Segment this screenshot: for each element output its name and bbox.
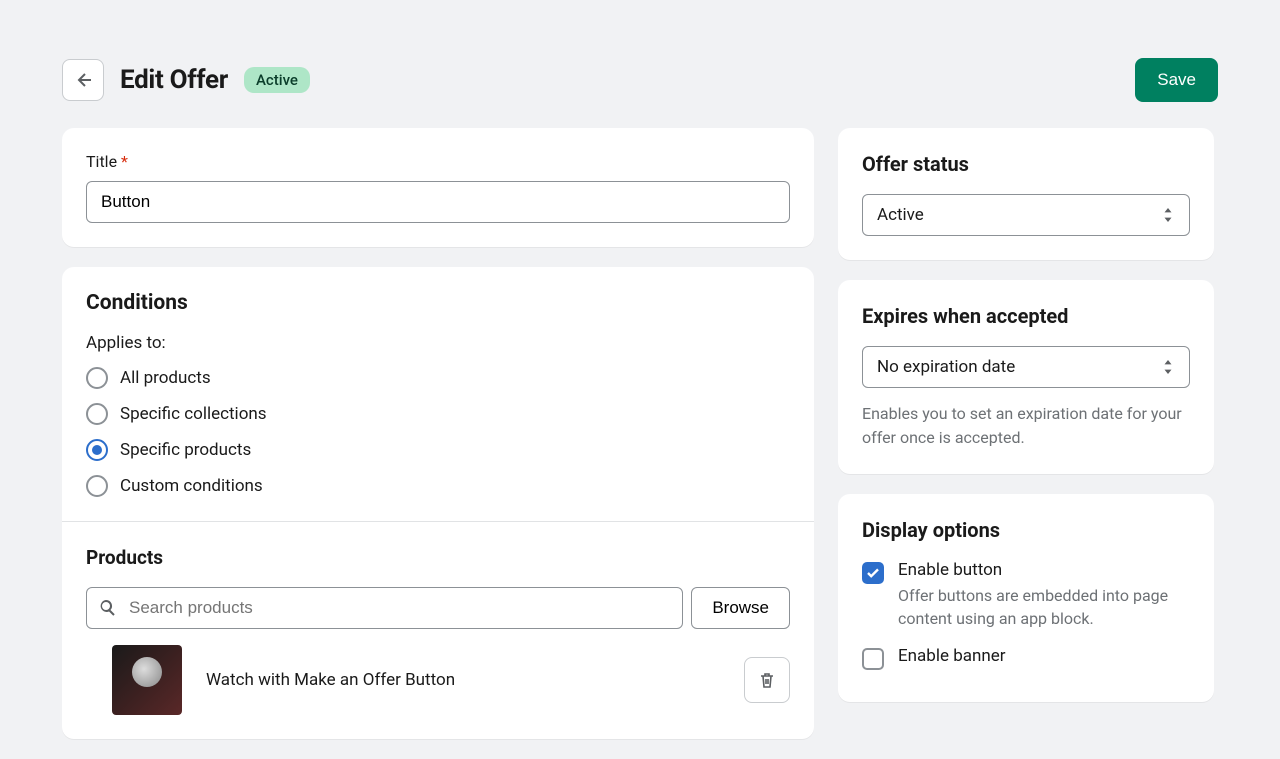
- save-button[interactable]: Save: [1135, 58, 1218, 102]
- radio-icon: [86, 439, 108, 461]
- product-search-wrap: [86, 587, 683, 629]
- enable-banner-row: Enable banner: [862, 646, 1190, 670]
- applies-to-label: Applies to:: [86, 333, 790, 353]
- offer-status-select[interactable]: Active: [862, 194, 1190, 236]
- chevron-updown-icon: [1161, 360, 1175, 374]
- browse-button[interactable]: Browse: [691, 587, 790, 629]
- arrow-left-icon: [73, 70, 93, 90]
- title-input[interactable]: [86, 181, 790, 223]
- enable-button-label: Enable button: [898, 560, 1190, 580]
- remove-product-button[interactable]: [744, 657, 790, 703]
- page-header: Edit Offer Active Save: [62, 58, 1218, 102]
- expires-card: Expires when accepted No expiration date…: [838, 280, 1214, 474]
- radio-icon: [86, 367, 108, 389]
- radio-specific-collections[interactable]: Specific collections: [86, 403, 790, 425]
- radio-icon: [86, 475, 108, 497]
- header-left: Edit Offer Active: [62, 59, 310, 101]
- expires-heading: Expires when accepted: [862, 304, 1190, 328]
- radio-custom-conditions[interactable]: Custom conditions: [86, 475, 790, 497]
- search-icon: [98, 598, 118, 618]
- trash-icon: [757, 670, 777, 690]
- enable-banner-checkbox[interactable]: [862, 648, 884, 670]
- expires-help: Enables you to set an expiration date fo…: [862, 402, 1190, 450]
- enable-button-desc: Offer buttons are embedded into page con…: [898, 584, 1190, 630]
- title-label: Title *: [86, 152, 790, 171]
- check-icon: [866, 566, 880, 580]
- display-options-heading: Display options: [862, 518, 1190, 542]
- product-search-input[interactable]: [86, 587, 683, 629]
- expires-select[interactable]: No expiration date: [862, 346, 1190, 388]
- products-heading: Products: [86, 546, 790, 569]
- conditions-card: Conditions Applies to: All products Spec…: [62, 267, 814, 739]
- page-title: Edit Offer: [120, 65, 228, 95]
- offer-status-card: Offer status Active: [838, 128, 1214, 260]
- product-thumbnail: [112, 645, 182, 715]
- enable-button-row: Enable button Offer buttons are embedded…: [862, 560, 1190, 630]
- offer-status-heading: Offer status: [862, 152, 1190, 176]
- applies-to-radio-group: All products Specific collections Specif…: [86, 367, 790, 497]
- enable-button-checkbox[interactable]: [862, 562, 884, 584]
- radio-icon: [86, 403, 108, 425]
- product-row: Watch with Make an Offer Button: [86, 645, 790, 715]
- title-card: Title *: [62, 128, 814, 247]
- status-badge: Active: [244, 67, 310, 93]
- conditions-heading: Conditions: [86, 291, 790, 315]
- radio-specific-products[interactable]: Specific products: [86, 439, 790, 461]
- product-name: Watch with Make an Offer Button: [206, 670, 720, 690]
- radio-all-products[interactable]: All products: [86, 367, 790, 389]
- back-button[interactable]: [62, 59, 104, 101]
- chevron-updown-icon: [1161, 208, 1175, 222]
- required-indicator: *: [121, 152, 128, 171]
- display-options-card: Display options Enable button Offer butt…: [838, 494, 1214, 702]
- enable-banner-label: Enable banner: [898, 646, 1190, 666]
